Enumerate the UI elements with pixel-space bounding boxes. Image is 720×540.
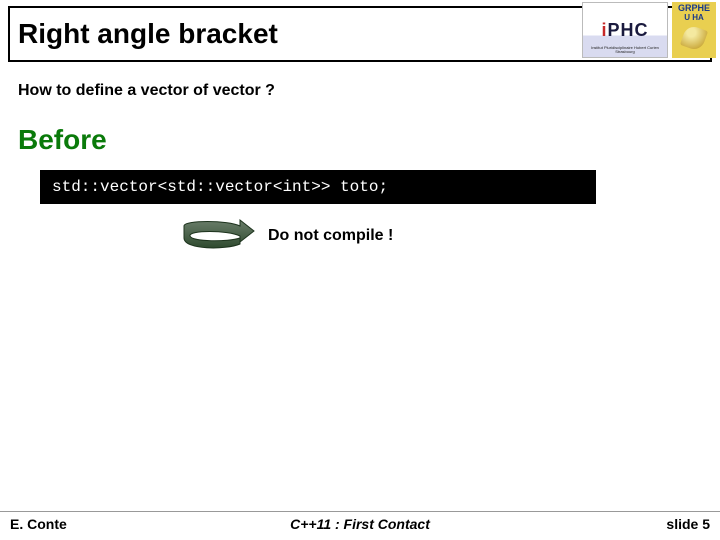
logo-group: iPHC Institut Pluridisciplinaire Hubert … xyxy=(582,2,716,58)
curved-arrow-icon xyxy=(178,218,256,254)
grphe-logo-shape xyxy=(680,24,708,52)
footer-divider xyxy=(0,511,720,512)
iphc-logo-text: iPHC xyxy=(601,20,648,41)
iphc-logo: iPHC Institut Pluridisciplinaire Hubert … xyxy=(582,2,668,58)
before-label: Before xyxy=(18,124,107,156)
iphc-logo-subtext: Institut Pluridisciplinaire Hubert Curie… xyxy=(583,46,667,54)
no-compile-text: Do not compile ! xyxy=(268,227,393,245)
grphe-logo: GRPHE U HA xyxy=(672,2,716,58)
grphe-logo-text-2: U HA xyxy=(684,14,704,23)
slide: Right angle bracket iPHC Institut Plurid… xyxy=(0,0,720,540)
question-text: How to define a vector of vector ? xyxy=(18,82,275,100)
slide-title: Right angle bracket xyxy=(18,18,278,50)
footer-title: C++11 : First Contact xyxy=(0,516,720,532)
footer-slide-number: slide 5 xyxy=(666,516,710,532)
arrow-with-caption: Do not compile ! xyxy=(178,218,393,254)
code-block: std::vector<std::vector<int>> toto; xyxy=(40,170,596,204)
